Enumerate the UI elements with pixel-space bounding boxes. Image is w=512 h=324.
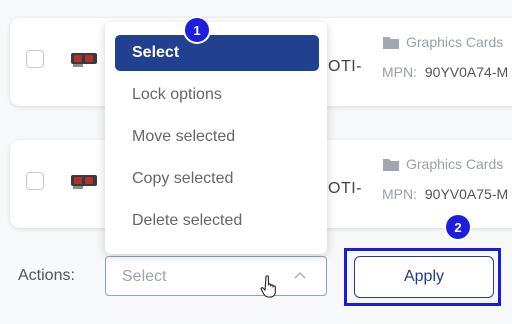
select-value: Select (122, 268, 167, 285)
step-badge-1: 1 (185, 18, 209, 42)
row-checkbox[interactable] (26, 50, 44, 68)
mpn-label: MPN: (382, 186, 417, 202)
product-category: Graphics Cards (382, 156, 503, 172)
option-lock-options[interactable]: Lock options (115, 77, 319, 113)
product-mpn: MPN: 90YV0A75-M (382, 186, 508, 202)
mpn-label: MPN: (382, 64, 417, 80)
mpn-value: 90YV0A75-M (424, 186, 509, 202)
actions-dropdown: Select Lock options Move selected Copy s… (105, 22, 327, 254)
product-name[interactable]: OTI- (328, 58, 362, 76)
mpn-value: 90YV0A74-M (424, 64, 509, 80)
chevron-up-icon (294, 271, 306, 279)
folder-icon (383, 36, 399, 49)
option-copy-selected[interactable]: Copy selected (115, 161, 319, 197)
hand-cursor-icon (260, 275, 276, 298)
product-category: Graphics Cards (382, 34, 503, 50)
actions-select[interactable]: Select (105, 256, 327, 298)
product-name[interactable]: OTI- (328, 180, 362, 198)
row-checkbox[interactable] (26, 172, 44, 190)
option-move-selected[interactable]: Move selected (115, 119, 319, 155)
option-select[interactable]: Select (115, 35, 319, 71)
step-badge-2: 2 (446, 215, 470, 239)
product-mpn: MPN: 90YV0A74-M (382, 64, 508, 80)
graphics-card-icon (71, 175, 97, 189)
category-label: Graphics Cards (406, 156, 504, 172)
option-delete-selected[interactable]: Delete selected (115, 203, 319, 239)
folder-icon (383, 158, 399, 171)
graphics-card-icon (71, 53, 97, 67)
actions-label: Actions: (18, 267, 75, 284)
category-label: Graphics Cards (406, 34, 504, 50)
apply-button[interactable]: Apply (354, 256, 494, 298)
